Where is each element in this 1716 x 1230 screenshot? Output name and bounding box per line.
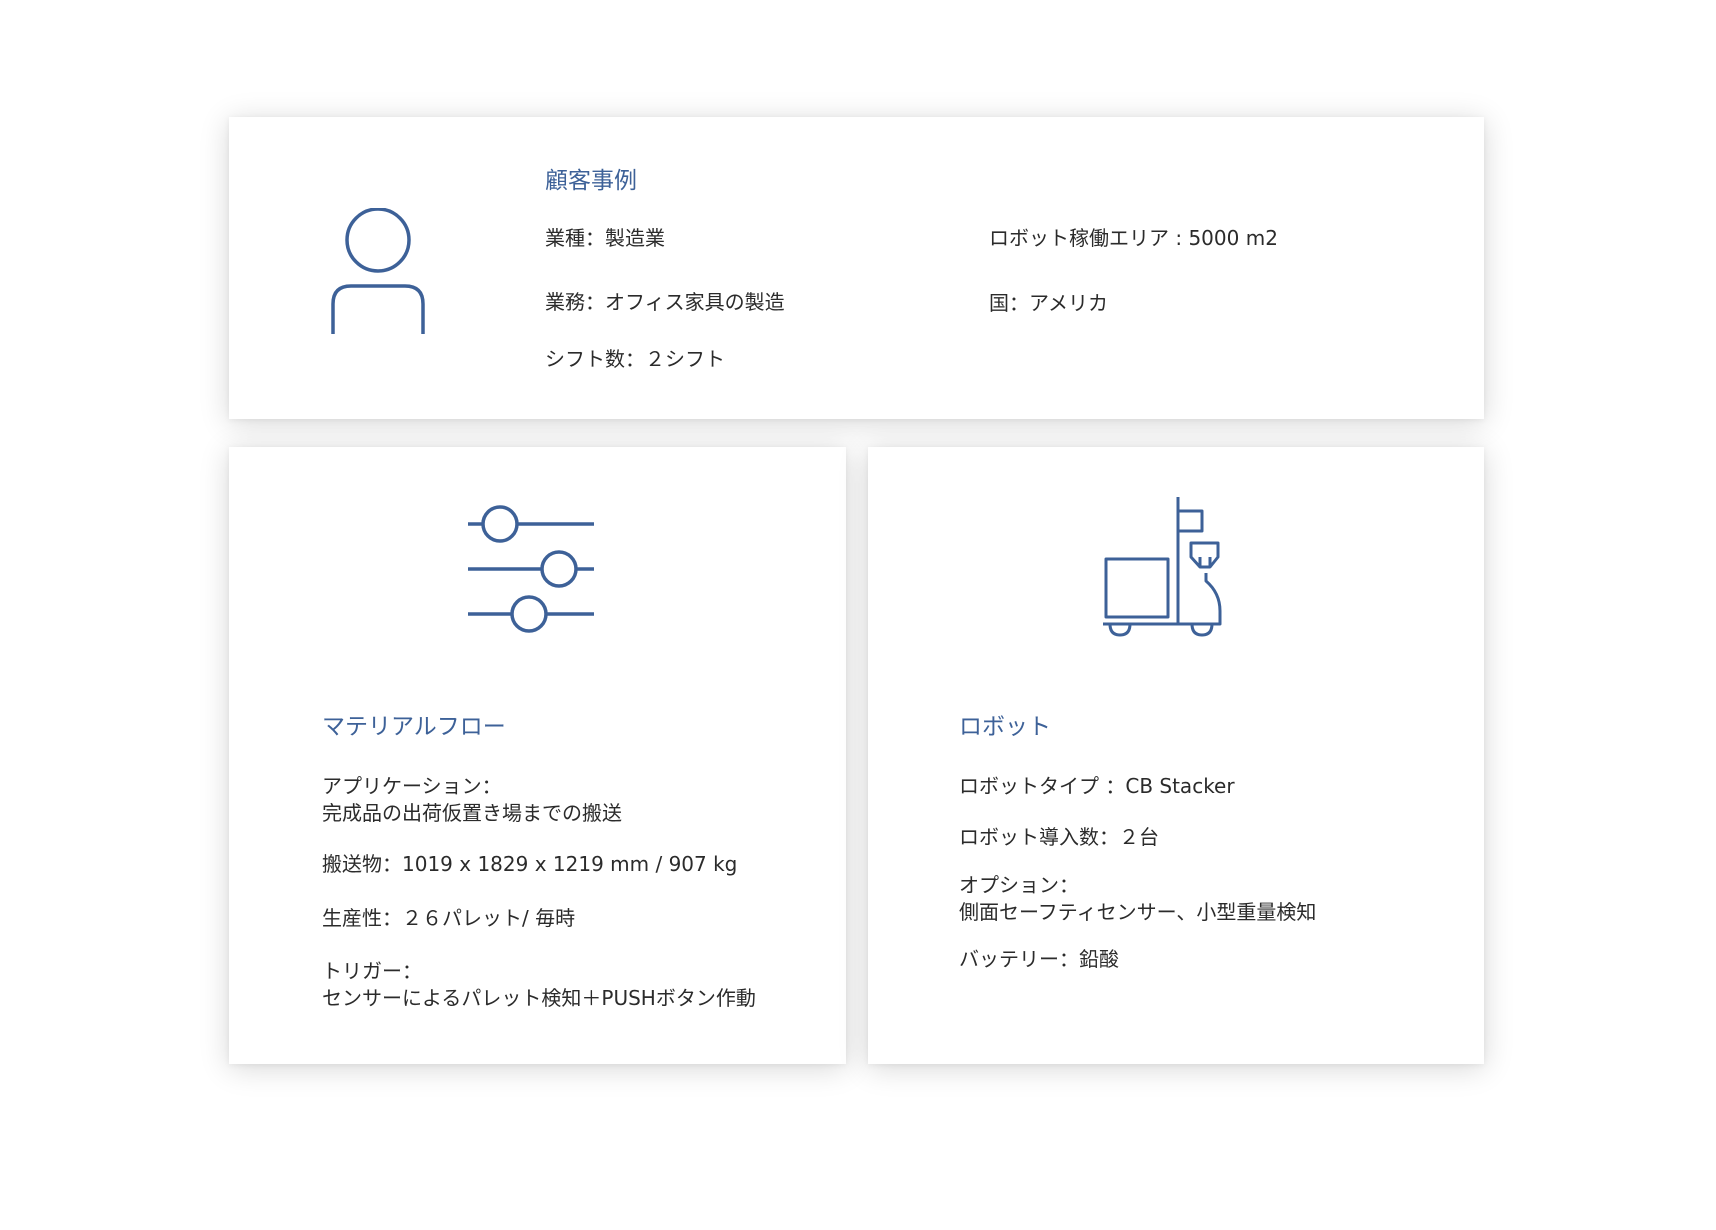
country-text: 国：アメリカ xyxy=(989,291,1108,315)
productivity-text: 生産性：２６パレット/ 毎時 xyxy=(322,906,576,930)
forklift-robot-icon xyxy=(1102,495,1224,643)
industry-text: 業種：製造業 xyxy=(545,226,665,250)
robot-card: ロボット ロボットタイプ ：CB Stacker ロボット導入数：２台 オプショ… xyxy=(868,447,1484,1064)
customer-title: 顧客事例 xyxy=(545,168,637,194)
trigger-label: トリガー： xyxy=(322,959,422,983)
option-label: オプション： xyxy=(959,873,1079,897)
option-value: 側面セーフティセンサー、小型重量検知 xyxy=(959,900,1317,924)
battery-text: バッテリー：鉛酸 xyxy=(959,947,1119,971)
trigger-value: センサーによるパレット検知＋PUSHボタン作動 xyxy=(322,986,756,1010)
robot-count-text: ロボット導入数：２台 xyxy=(959,825,1159,849)
shifts-text: シフト数：２シフト xyxy=(545,347,725,371)
application-value: 完成品の出荷仮置き場までの搬送 xyxy=(322,801,622,825)
business-text: 業務：オフィス家具の製造 xyxy=(545,290,785,314)
payload-text: 搬送物：1019 x 1829 x 1219 mm / 907 kg xyxy=(322,852,738,876)
robot-type-text: ロボットタイプ ：CB Stacker xyxy=(959,774,1235,798)
material-flow-title: マテリアルフロー xyxy=(322,714,506,740)
area-text: ロボット稼働エリア : 5000 m2 xyxy=(989,226,1278,250)
material-flow-card: マテリアルフロー アプリケーション： 完成品の出荷仮置き場までの搬送 搬送物：1… xyxy=(229,447,846,1064)
customer-case-card: 顧客事例 業種：製造業 業務：オフィス家具の製造 シフト数：２シフト ロボット稼… xyxy=(229,117,1484,419)
person-icon xyxy=(330,208,426,336)
robot-title: ロボット xyxy=(959,714,1051,740)
application-label: アプリケーション： xyxy=(322,774,502,798)
sliders-icon xyxy=(466,504,596,634)
